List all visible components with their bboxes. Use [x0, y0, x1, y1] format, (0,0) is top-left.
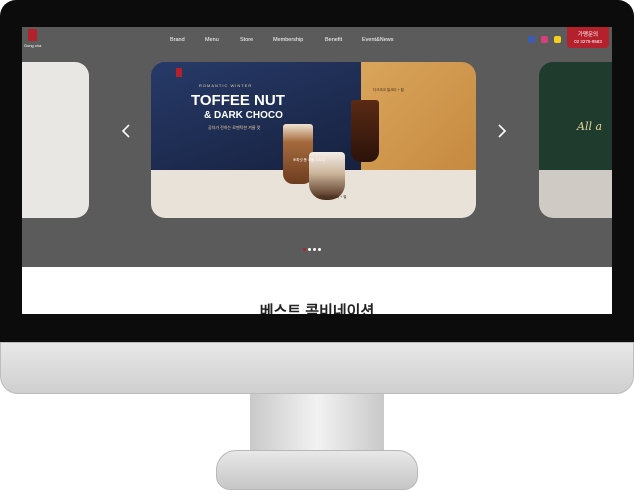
carousel-dot-3[interactable]	[313, 248, 316, 251]
monitor-stand-foot	[216, 450, 418, 490]
logo-mark	[27, 29, 37, 41]
brand-logo[interactable]: Gong cha	[24, 29, 42, 53]
instagram-icon[interactable]	[541, 36, 548, 43]
franchise-inquiry-button[interactable]: 가맹문의 02 3276-9583	[567, 27, 609, 48]
nav-item-membership[interactable]: Membership	[273, 37, 303, 43]
website-screen: Gong cha Brand Menu Store Membership Ben…	[22, 27, 612, 314]
product-label-1: 토피넛 폼 크림 스무디	[293, 158, 325, 162]
franchise-title: 가맹문의	[577, 32, 599, 38]
gongcha-badge	[176, 68, 182, 77]
product-label-2: 토피넛 밀크티 + 펄	[319, 195, 347, 199]
dark-choco-cup	[351, 100, 379, 162]
nav-item-store[interactable]: Store	[240, 37, 253, 43]
nav-item-menu[interactable]: Menu	[205, 37, 219, 43]
facebook-icon[interactable]	[528, 36, 535, 43]
slide-kicker: ROMANTIC WINTER	[199, 83, 253, 88]
nav-item-brand[interactable]: Brand	[170, 37, 185, 43]
monitor-stand-neck	[250, 394, 384, 456]
carousel-pagination	[303, 238, 323, 251]
slide-subtitle: 공차가 전하는 로맨틱한 겨울 맛	[208, 125, 261, 130]
content-section: 베스트 콤비네이션	[22, 267, 612, 314]
logo-text: Gong cha	[24, 43, 42, 48]
slide-next-floor	[539, 170, 612, 218]
slide-next-script: All a	[577, 120, 603, 133]
carousel-slide-active[interactable]: ROMANTIC WINTER TOFFEE NUT & DARK CHOCO …	[151, 62, 476, 218]
monitor-chin	[0, 342, 634, 394]
top-nav: Gong cha Brand Menu Store Membership Ben…	[22, 27, 612, 55]
franchise-phone: 02 3276-9583	[574, 39, 602, 44]
carousel-dot-2[interactable]	[308, 248, 311, 251]
carousel-dot-1[interactable]	[303, 248, 306, 251]
chevron-left-icon[interactable]	[118, 123, 134, 139]
slide-title-line2: & DARK CHOCO	[204, 110, 283, 121]
carousel-slide-next[interactable]: All a	[539, 62, 612, 218]
carousel-dot-4[interactable]	[318, 248, 321, 251]
nav-item-benefit[interactable]: Benefit	[325, 37, 342, 43]
slide-title-line1: TOFFEE NUT	[191, 92, 285, 109]
chevron-right-icon[interactable]	[494, 123, 510, 139]
carousel-slide-prev[interactable]	[22, 62, 89, 218]
kakaotalk-icon[interactable]	[554, 36, 561, 43]
product-label-3: 다크초코 밀크티 + 펄	[373, 88, 404, 92]
section-heading: 베스트 콤비네이션	[259, 303, 375, 314]
nav-item-event-news[interactable]: Event&News	[362, 37, 394, 43]
